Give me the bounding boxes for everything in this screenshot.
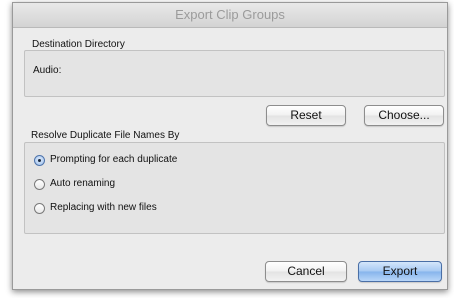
- radio-button-selected-icon[interactable]: [34, 155, 45, 166]
- resolve-duplicates-label: Resolve Duplicate File Names By: [31, 130, 180, 141]
- radio-label: Auto renaming: [50, 178, 116, 189]
- choose-button[interactable]: Choose...: [364, 105, 444, 126]
- destination-directory-label: Destination Directory: [32, 39, 125, 50]
- reset-button[interactable]: Reset: [266, 105, 346, 126]
- radio-button-icon[interactable]: [34, 179, 45, 190]
- destination-path: Audio:: [33, 65, 62, 76]
- radio-button-icon[interactable]: [34, 203, 45, 214]
- cancel-button[interactable]: Cancel: [265, 261, 347, 282]
- export-clip-groups-dialog: Export Clip Groups Destination Directory…: [12, 2, 448, 290]
- radio-label: Replacing with new files: [50, 202, 157, 213]
- destination-directory-box: Audio:: [24, 50, 445, 97]
- export-button[interactable]: Export: [358, 261, 442, 282]
- dialog-title: Export Clip Groups: [13, 3, 447, 28]
- radio-label: Prompting for each duplicate: [50, 154, 178, 165]
- resolve-duplicates-box: Prompting for each duplicate Auto renami…: [24, 142, 445, 234]
